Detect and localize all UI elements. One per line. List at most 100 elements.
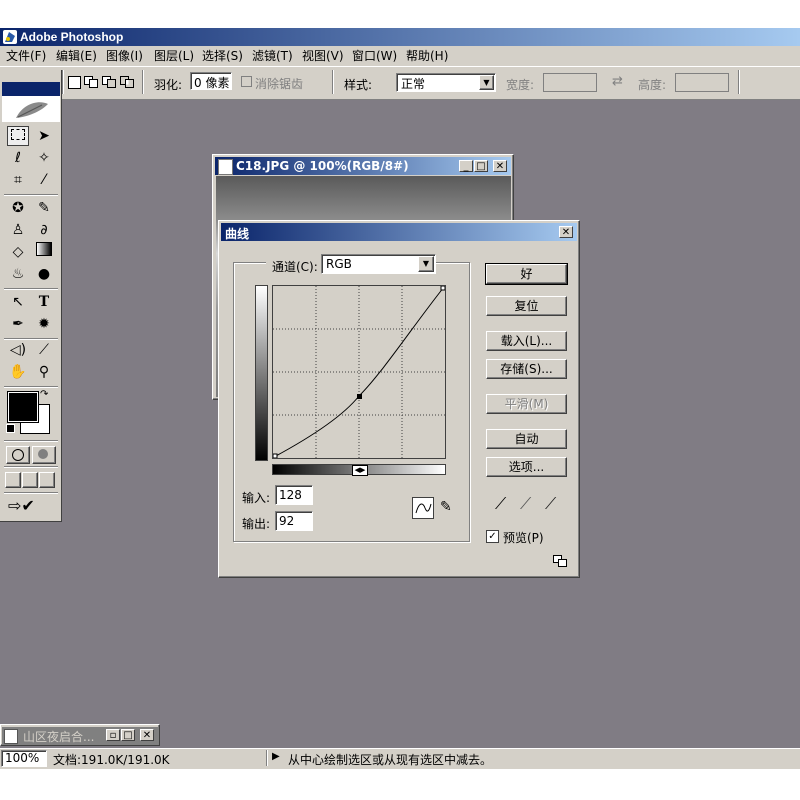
magic-wand-tool-icon[interactable]: ✧ [33, 148, 55, 168]
width-input [543, 73, 597, 92]
maximize-button[interactable]: □ [121, 729, 135, 741]
pencil-icon[interactable]: ✎ [440, 499, 452, 515]
menu-select[interactable]: 选择(S) [202, 47, 243, 64]
gradient-toggle-icon[interactable]: ◀▶ [352, 465, 368, 476]
pen-tool-icon[interactable]: ✒ [7, 314, 29, 334]
dodge-tool-icon[interactable]: ● [33, 264, 55, 284]
curves-close-button[interactable]: ✕ [559, 226, 573, 238]
zoom-tool-icon[interactable]: ⚲ [33, 362, 55, 382]
eraser-tool-icon[interactable]: ◇ [7, 242, 29, 262]
menu-help[interactable]: 帮助(H) [406, 47, 448, 64]
new-selection-icon[interactable] [68, 76, 81, 89]
input-field[interactable]: 128 [275, 485, 313, 505]
close-button[interactable]: ✕ [140, 729, 154, 741]
input-label: 输入: [242, 491, 271, 505]
subtract-selection-icon[interactable] [102, 76, 116, 88]
minimized-window-title: 山区夜启合... [23, 730, 95, 744]
output-label: 输出: [242, 517, 271, 531]
height-label: 高度: [638, 78, 667, 92]
antialias-checkbox[interactable] [241, 76, 252, 87]
history-brush-tool-icon[interactable]: ∂ [33, 220, 55, 240]
quick-mask-mode-icon[interactable] [32, 446, 56, 464]
maximize-button[interactable]: □ [474, 160, 488, 172]
clone-stamp-tool-icon[interactable]: ♙ [7, 220, 29, 240]
feather-input[interactable]: 0 像素 [190, 72, 232, 90]
app-title-bar: Adobe Photoshop [0, 28, 800, 46]
healing-brush-tool-icon[interactable]: ✪ [7, 198, 29, 218]
curve-line[interactable] [273, 286, 445, 458]
restore-button[interactable]: ▫ [106, 729, 120, 741]
gradient-tool-icon[interactable] [33, 242, 55, 262]
notes-tool-icon[interactable]: ◁) [7, 340, 29, 360]
document-title: C18.JPG @ 100%(RGB/8#) [236, 159, 409, 173]
menu-image[interactable]: 图像(I) [106, 47, 143, 64]
curve-point-start[interactable] [273, 453, 278, 458]
menu-file[interactable]: 文件(F) [6, 47, 46, 64]
close-button[interactable]: ✕ [493, 160, 507, 172]
type-tool-icon[interactable]: T [33, 292, 55, 312]
feather-label: 羽化: [154, 78, 183, 92]
lasso-tool-icon[interactable]: ℓ [7, 148, 29, 168]
chevron-down-icon[interactable]: ▼ [418, 256, 434, 272]
curves-title-bar: 曲线 ✕ [221, 223, 577, 241]
slice-tool-icon[interactable]: ⁄ [33, 170, 55, 190]
standard-mode-icon[interactable] [6, 446, 30, 464]
output-field[interactable]: 92 [275, 511, 313, 531]
crop-tool-icon[interactable]: ⌗ [7, 170, 29, 190]
preview-checkbox[interactable]: ✓ [486, 530, 499, 543]
document-title-bar: C18.JPG @ 100%(RGB/8#) _ □ ✕ [215, 157, 511, 175]
chevron-down-icon[interactable]: ▼ [479, 75, 494, 90]
style-label: 样式: [344, 78, 373, 92]
preview-label: 预览(P) [503, 531, 544, 545]
style-select[interactable]: 正常 ▼ [396, 73, 496, 92]
curve-mode-icon[interactable] [412, 497, 434, 519]
save-button[interactable]: 存储(S)... [486, 359, 567, 379]
path-selection-tool-icon[interactable]: ↖ [7, 292, 29, 312]
swap-colors-icon[interactable]: ↷ [40, 389, 48, 400]
hand-tool-icon[interactable]: ✋ [7, 362, 29, 382]
default-colors-icon[interactable] [6, 424, 15, 433]
minimized-window-title-bar[interactable]: 山区夜启合... ▫ □ ✕ [2, 727, 158, 744]
full-screen-menu-mode-icon[interactable] [22, 472, 38, 488]
width-label: 宽度: [506, 78, 535, 92]
feather-logo-icon [12, 96, 52, 125]
jump-to-imageready-icon[interactable]: ⇨✔ [8, 496, 35, 515]
foreground-color-swatch[interactable] [7, 391, 39, 423]
curve-point-end[interactable] [440, 286, 445, 291]
menu-window[interactable]: 窗口(W) [352, 47, 397, 64]
menu-view[interactable]: 视图(V) [302, 47, 344, 64]
blur-tool-icon[interactable]: ♨ [7, 264, 29, 284]
custom-shape-tool-icon[interactable]: ✹ [33, 314, 55, 334]
gray-eyedropper-icon[interactable]: ⟋ [520, 494, 531, 514]
status-menu-arrow-icon[interactable]: ▶ [272, 751, 280, 762]
menu-edit[interactable]: 编辑(E) [56, 47, 97, 64]
minimize-button[interactable]: _ [459, 160, 473, 172]
rect-marquee-tool-icon[interactable] [7, 126, 29, 146]
auto-button[interactable]: 自动 [486, 429, 567, 449]
expand-dialog-icon[interactable] [553, 555, 567, 567]
load-button[interactable]: 载入(L)... [486, 331, 567, 351]
zoom-field[interactable]: 100% [1, 750, 47, 767]
ok-button[interactable]: 好 [485, 263, 568, 285]
options-button[interactable]: 选项... [486, 457, 567, 477]
curve-point-mid[interactable] [357, 394, 362, 399]
menu-filter[interactable]: 滤镜(T) [252, 47, 293, 64]
add-selection-icon[interactable] [84, 76, 98, 88]
curve-graph[interactable] [272, 285, 446, 459]
move-tool-icon[interactable]: ➤ [33, 126, 55, 146]
menu-layer[interactable]: 图层(L) [154, 47, 194, 64]
brush-tool-icon[interactable]: ✎ [33, 198, 55, 218]
document-icon [218, 159, 233, 175]
output-gradient-bar [255, 285, 268, 461]
reset-button[interactable]: 复位 [486, 296, 567, 316]
intersect-selection-icon[interactable] [120, 76, 134, 88]
height-input [675, 73, 729, 92]
input-gradient-bar[interactable]: ◀▶ [272, 464, 446, 476]
eyedropper-tool-icon[interactable]: ⟋ [33, 340, 55, 360]
black-eyedropper-icon[interactable]: ⟋ [495, 494, 506, 514]
channel-select[interactable]: RGB ▼ [321, 254, 436, 274]
full-screen-mode-icon[interactable] [39, 472, 55, 488]
white-eyedropper-icon[interactable]: ⟋ [545, 494, 556, 514]
smooth-button[interactable]: 平滑(M) [486, 394, 567, 414]
standard-screen-mode-icon[interactable] [5, 472, 21, 488]
